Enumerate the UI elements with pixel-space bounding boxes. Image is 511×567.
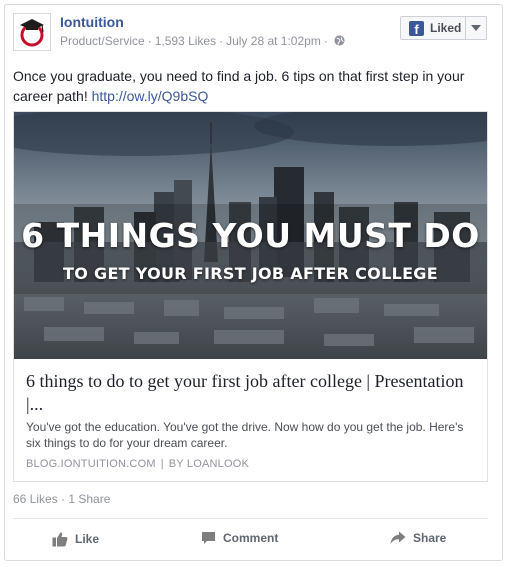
share-action-label: Share [413,531,447,545]
like-action-button[interactable]: Like [52,531,99,547]
chevron-down-icon [471,25,481,31]
likes-count-link[interactable]: 66 Likes [13,492,58,506]
share-arrow-icon [390,531,406,544]
attachment-author: BY LOANLOOK [168,458,250,470]
attachment-domain: BLOG.IONTUITION.COM [26,458,156,470]
attachment-source: BLOG.IONTUITION.COM | BY LOANLOOK [26,458,249,470]
source-separator: | [160,458,164,470]
shares-count-link[interactable]: 1 Share [68,492,110,506]
image-headline: 6 THINGS YOU MUST DO [21,216,480,255]
post-meta: Product/Service · 1,593 Likes · July 28 at 1… [60,34,345,48]
facebook-icon: f [409,20,424,36]
graduation-cap-logo-icon [20,19,44,47]
thumbs-up-icon [52,532,68,547]
post-link[interactable]: http://ow.ly/Q9bSQ [92,88,209,104]
page-options-dropdown[interactable] [465,16,487,40]
liked-button-label: Liked [430,21,462,35]
meta-separator: · [323,34,328,48]
attachment-description: You've got the education. You've got the… [26,420,464,450]
share-action-button[interactable]: Share [390,531,446,545]
page-likes-count[interactable]: 1,593 Likes [155,34,216,48]
post-message: Once you graduate, you need to find a jo… [13,66,483,106]
attachment-image[interactable]: 6 THINGS YOU MUST DO TO GET YOUR FIRST J… [14,112,487,359]
engagement-stats: 66 Likes · 1 Share [13,492,110,506]
page-avatar[interactable] [13,13,51,51]
image-subheadline: TO GET YOUR FIRST JOB AFTER COLLEGE [63,264,438,283]
page-name-link[interactable]: Iontuition [60,14,124,30]
attachment-title[interactable]: 6 things to do to get your first job aft… [26,370,478,416]
actions-divider [13,518,488,519]
stats-separator: · [57,492,69,506]
comment-bubble-icon [202,532,215,544]
meta-separator: · [147,34,152,48]
link-attachment[interactable]: 6 THINGS YOU MUST DO TO GET YOUR FIRST J… [13,111,488,482]
meta-separator: · [219,34,224,48]
page-category: Product/Service [60,34,145,48]
post-message-text: Once you graduate, you need to find a jo… [13,68,465,104]
comment-action-button[interactable]: Comment [201,531,278,545]
post-timestamp[interactable]: July 28 at 1:02pm [226,34,321,48]
comment-action-label: Comment [223,531,279,545]
liked-button[interactable]: f Liked [400,16,466,40]
globe-icon[interactable] [334,35,345,46]
like-action-label: Like [75,532,100,546]
